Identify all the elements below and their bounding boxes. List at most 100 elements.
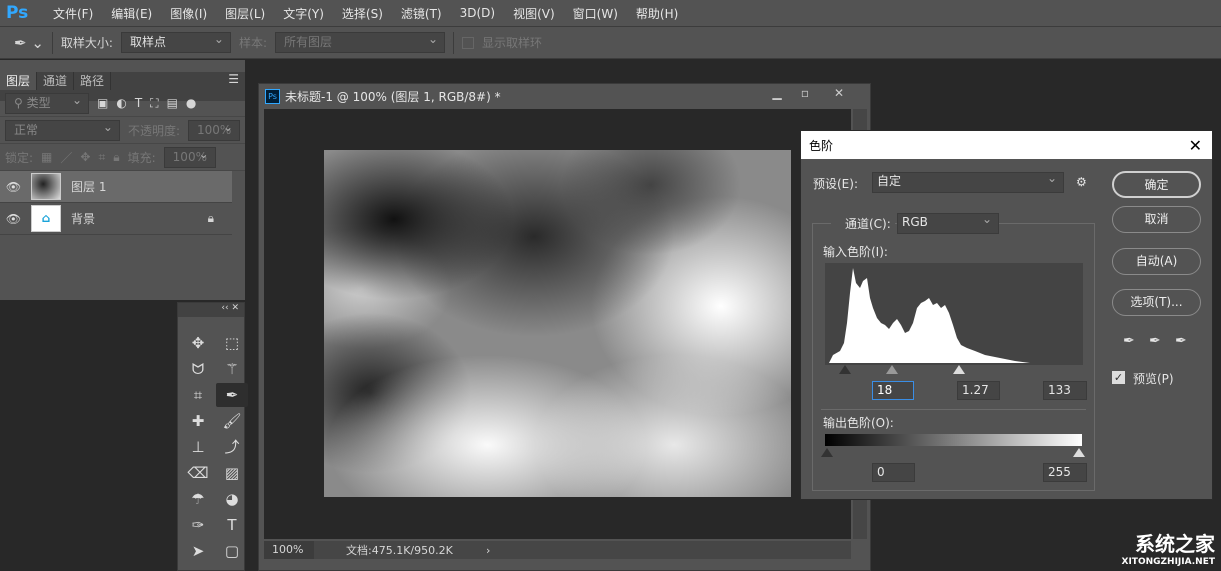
layer-row-layer1[interactable]: 👁︎ 图层 1 <box>0 171 232 203</box>
output-black-field[interactable]: 0 <box>872 463 915 482</box>
preset-select[interactable]: 自定 <box>872 170 1064 193</box>
maximize-button[interactable]: ▫ <box>791 86 819 104</box>
input-levels-label: 输入色阶(I): <box>823 245 888 259</box>
dialog-close-button[interactable]: ✕ <box>1189 136 1202 155</box>
menu-image[interactable]: 图像(I) <box>161 5 216 22</box>
filter-type-icon[interactable]: T <box>135 96 142 110</box>
output-white-slider[interactable] <box>1073 448 1085 457</box>
tab-paths[interactable]: 路径 <box>74 72 112 90</box>
lock-label: 锁定: <box>5 150 34 165</box>
show-ring-checkbox[interactable] <box>462 36 474 49</box>
brush-tool-icon[interactable]: 🖌︎ <box>216 409 248 433</box>
menu-select[interactable]: 选择(S) <box>333 5 392 22</box>
opacity-input[interactable]: 100% <box>188 118 240 141</box>
menu-view[interactable]: 视图(V) <box>504 5 564 22</box>
input-black-slider[interactable] <box>839 365 851 374</box>
white-point-eyedropper-icon[interactable]: ✒ <box>1175 333 1187 349</box>
ok-button[interactable]: 确定 <box>1112 171 1201 198</box>
status-bar: 100% 文档:475.1K/950.2K › <box>264 541 851 559</box>
input-black-field[interactable]: 18 <box>872 381 914 400</box>
move-tool-icon[interactable]: ✥ <box>182 331 214 355</box>
magic-wand-tool-icon[interactable]: ⚚ <box>216 357 248 381</box>
input-gamma-slider[interactable] <box>886 365 898 374</box>
minimize-button[interactable]: ▁ <box>763 86 791 104</box>
preview-label: 预览(P) <box>1133 372 1174 386</box>
filter-pixel-icon[interactable]: ▣ <box>97 96 108 110</box>
sample-label: 样本: <box>238 36 267 50</box>
filter-smart-object-icon[interactable]: ▤ <box>167 96 178 110</box>
channel-select[interactable]: RGB <box>897 211 999 234</box>
visibility-eye-icon[interactable]: 👁︎ <box>0 180 27 194</box>
dialog-title-bar: 色阶 ✕ <box>801 131 1212 159</box>
filter-adjustment-icon[interactable]: ◐ <box>116 96 126 110</box>
sample-size-select[interactable]: 取样点 <box>120 30 231 53</box>
eraser-tool-icon[interactable]: ⌫ <box>182 461 214 485</box>
gradient-tool-icon[interactable]: ▨ <box>216 461 248 485</box>
eyedropper-tool-preset-icon[interactable]: ✒ ⌄ <box>14 34 44 52</box>
sample-select[interactable]: 所有图层 <box>275 30 445 53</box>
menu-type[interactable]: 文字(Y) <box>274 5 333 22</box>
path-selection-tool-icon[interactable]: ➤ <box>182 539 214 563</box>
menu-file[interactable]: 文件(F) <box>44 5 102 22</box>
filter-shape-icon[interactable]: ⛶ <box>150 96 158 111</box>
layer-name: 图层 1 <box>71 180 107 194</box>
eyedropper-tool-icon[interactable]: ✒ <box>216 383 248 407</box>
menu-help[interactable]: 帮助(H) <box>627 5 687 22</box>
blur-tool-icon[interactable]: ☂ <box>182 487 214 511</box>
black-point-eyedropper-icon[interactable]: ✒ <box>1123 333 1135 349</box>
dodge-tool-icon[interactable]: ◕ <box>216 487 248 511</box>
lasso-tool-icon[interactable]: ᗢ <box>182 357 214 381</box>
filter-toggle-icon[interactable]: ● <box>186 96 196 110</box>
visibility-eye-icon[interactable]: 👁︎ <box>0 212 27 226</box>
channel-label: 通道(C): <box>831 215 895 232</box>
type-tool-icon[interactable]: T <box>216 513 248 537</box>
output-black-slider[interactable] <box>821 448 833 457</box>
filter-type-select[interactable]: ⚲ 类型 <box>5 91 89 114</box>
gray-point-eyedropper-icon[interactable]: ✒ <box>1149 333 1161 349</box>
fill-input[interactable]: 100% <box>163 145 216 168</box>
close-button[interactable]: ✕ <box>825 86 853 104</box>
preset-options-gear-icon[interactable]: ⚙ <box>1076 175 1087 189</box>
lock-all-icon[interactable]: 🔒︎ <box>113 150 119 165</box>
document-window: Ps 未标题-1 @ 100% (图层 1, RGB/8#) * ▁ ▫ ✕ 1… <box>258 83 871 571</box>
canvas-area[interactable] <box>264 109 851 539</box>
options-button[interactable]: 选项(T)... <box>1112 289 1201 316</box>
input-white-field[interactable]: 133 <box>1043 381 1087 400</box>
auto-button[interactable]: 自动(A) <box>1112 248 1201 275</box>
tab-channels[interactable]: 通道 <box>37 72 75 90</box>
pen-tool-icon[interactable]: ✑ <box>182 513 214 537</box>
zoom-level[interactable]: 100% <box>264 541 314 559</box>
watermark: 系统之家 XITONGZHIJIA.NET <box>1122 528 1215 567</box>
lock-paint-icon[interactable]: ／ <box>60 149 72 166</box>
healing-brush-tool-icon[interactable]: ✚ <box>182 409 214 433</box>
lock-transparent-icon[interactable]: ▦ <box>41 150 52 164</box>
panel-menu-icon[interactable]: ☰ <box>228 72 245 101</box>
menu-edit[interactable]: 编辑(E) <box>102 5 161 22</box>
show-ring-label: 显示取样环 <box>482 36 543 50</box>
menu-layer[interactable]: 图层(L) <box>216 5 274 22</box>
stamp-tool-icon[interactable]: ⊥ <box>182 435 214 459</box>
menu-filter[interactable]: 滤镜(T) <box>392 5 451 22</box>
dialog-title: 色阶 <box>809 138 834 153</box>
marquee-tool-icon[interactable]: ⬚ <box>216 331 248 355</box>
menu-3d[interactable]: 3D(D) <box>451 6 504 20</box>
history-brush-tool-icon[interactable]: ⤴ <box>216 435 248 459</box>
input-white-slider[interactable] <box>953 365 965 374</box>
status-menu-arrow[interactable]: › <box>486 544 490 557</box>
sample-size-label: 取样大小: <box>60 36 113 50</box>
options-bar: ✒ ⌄ 取样大小: 取样点 样本: 所有图层 显示取样环 <box>0 26 1221 59</box>
cancel-button[interactable]: 取消 <box>1112 206 1201 233</box>
toolbox-header[interactable]: ‹‹ ✕ <box>178 303 244 317</box>
lock-artboard-icon[interactable]: ⌗ <box>98 150 105 165</box>
menu-window[interactable]: 窗口(W) <box>564 5 627 22</box>
blend-mode-select[interactable]: 正常 <box>5 118 120 141</box>
layer-row-background[interactable]: 👁︎ ⌂ 背景 🔒︎ <box>0 203 232 235</box>
crop-tool-icon[interactable]: ⌗ <box>182 383 214 407</box>
tab-layers[interactable]: 图层 <box>0 72 38 90</box>
output-levels-label: 输出色阶(O): <box>823 416 894 430</box>
output-white-field[interactable]: 255 <box>1043 463 1087 482</box>
input-gamma-field[interactable]: 1.27 <box>957 381 1000 400</box>
lock-position-icon[interactable]: ✥ <box>80 150 90 164</box>
preview-checkbox[interactable]: ✓ <box>1112 371 1125 384</box>
rectangle-tool-icon[interactable]: ▢ <box>216 539 248 563</box>
